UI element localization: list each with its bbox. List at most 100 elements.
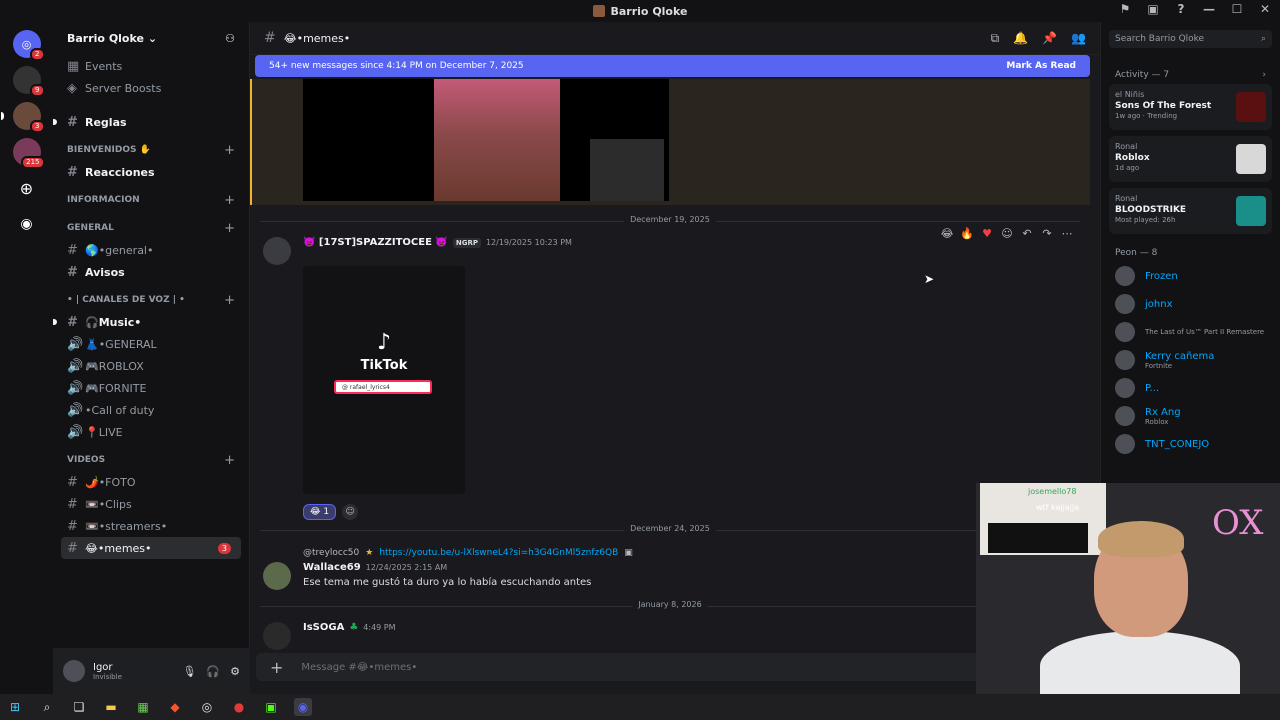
member-item[interactable]: P... [1101, 374, 1280, 402]
category-general[interactable]: General + [53, 217, 249, 239]
obs-icon[interactable]: ▣ [262, 698, 280, 716]
server-tag[interactable]: NGRP [452, 237, 481, 248]
home-button[interactable]: ◎ 2 [12, 30, 45, 61]
voice-roblox[interactable]: 🔊 🎮ROBLOX [53, 355, 249, 377]
new-messages-bar[interactable]: 54+ new messages since 4:14 PM on Decemb… [255, 55, 1090, 77]
member-item[interactable]: TNT_CONEJO [1101, 430, 1280, 458]
headphones-icon[interactable]: 🎧 [206, 665, 220, 678]
server-icon-3[interactable]: 215 [12, 138, 45, 169]
screen-icon[interactable]: ▣ [1144, 2, 1162, 16]
avatar[interactable] [263, 622, 291, 650]
events-item[interactable]: ▦ Events [53, 55, 249, 77]
reaction-pill[interactable]: 😂 1 [303, 504, 337, 520]
voice-fornite[interactable]: 🔊 🎮FORNITE [53, 377, 249, 399]
more-icon[interactable]: ⋯ [1060, 227, 1074, 240]
gear-icon[interactable]: ⚙ [230, 665, 240, 678]
user-panel: Igor Invisible 🎙 🎧 ⚙ [53, 648, 250, 694]
category-bienvenidos[interactable]: BIENVENIDOS ✋ + [53, 139, 249, 161]
member-item[interactable]: johnx [1101, 290, 1280, 318]
avatar[interactable] [263, 237, 291, 265]
reply-link[interactable]: https://youtu.be/u-lXlswneL4?si=h3G4GnMl… [379, 548, 618, 558]
members-icon[interactable]: 👥 [1071, 31, 1086, 46]
member-item[interactable]: The Last of Us™ Part II Remastere [1101, 318, 1280, 346]
boosts-item[interactable]: ◈ Server Boosts [53, 77, 249, 99]
category-videos[interactable]: VIDEOS + [53, 449, 249, 471]
reply-icon[interactable]: ↶ [1020, 227, 1034, 240]
minimize-icon[interactable]: — [1200, 2, 1218, 16]
channel-streamers[interactable]: # 📼•streamers• [53, 515, 249, 537]
add-attachment-icon[interactable]: + [270, 658, 283, 677]
windows-start-icon[interactable]: ⊞ [6, 698, 24, 716]
add-channel-icon[interactable]: + [224, 453, 235, 468]
voice-live[interactable]: 🔊 📍LIVE [53, 421, 249, 443]
add-channel-icon[interactable]: + [224, 193, 235, 208]
channel-general[interactable]: # 🌎•general• [53, 239, 249, 261]
channel-music[interactable]: # 🎧Music• [53, 311, 249, 333]
activity-card[interactable]: Ronal BLOODSTRIKE Most played: 26h [1109, 188, 1272, 234]
mark-as-read-button[interactable]: Mark As Read [1006, 61, 1076, 71]
task-view-icon[interactable]: ❏ [70, 698, 88, 716]
guild-header[interactable]: Barrio Qloke ⌄ ⚇ [53, 22, 249, 55]
threads-icon[interactable]: ⧉ [991, 31, 1000, 46]
brave-icon[interactable]: ◆ [166, 698, 184, 716]
invite-icon[interactable]: ⚇ [225, 32, 235, 45]
activity-card[interactable]: Ronal Roblox 1d ago [1109, 136, 1272, 182]
close-icon[interactable]: ✕ [1256, 2, 1274, 16]
reply-user[interactable]: @treylocc50 [303, 548, 359, 558]
file-explorer-icon[interactable]: ▬ [102, 698, 120, 716]
search-input[interactable]: Search Barrio Qloke ⌕ [1109, 30, 1272, 48]
store-icon[interactable]: ▦ [134, 698, 152, 716]
channel-memes[interactable]: # 😂•memes• 3 [61, 537, 241, 559]
app-icon[interactable]: ◎ [198, 698, 216, 716]
category-voz[interactable]: • | Canales de voz | • + [53, 289, 249, 311]
record-icon[interactable]: ● [230, 698, 248, 716]
pin-icon[interactable]: 📌 [1042, 31, 1057, 46]
channel-avisos[interactable]: # Avisos [53, 261, 249, 283]
reply-reference[interactable]: @treylocc50 ★ https://youtu.be/u-lXlswne… [303, 548, 633, 558]
reaction-fire-icon[interactable]: 🔥 [960, 227, 974, 240]
discover-icon[interactable]: ◉ [13, 210, 41, 238]
reaction-heart-icon[interactable]: ♥ [980, 227, 994, 240]
channel-clips[interactable]: # 📼•Clips [53, 493, 249, 515]
add-channel-icon[interactable]: + [224, 221, 235, 236]
author-name[interactable]: IsSOGA [303, 622, 344, 633]
reaction-laugh-icon[interactable]: 😂 [940, 227, 954, 240]
category-informacion[interactable]: INFORMACION + [53, 189, 249, 211]
forward-icon[interactable]: ↷ [1040, 227, 1054, 240]
bell-icon[interactable]: 🔔 [1013, 31, 1028, 46]
channel-reacciones[interactable]: # Reacciones [53, 161, 249, 183]
activity-card[interactable]: el Niñis Sons Of The Forest 1w ago · Tre… [1109, 84, 1272, 130]
video-embed[interactable] [303, 79, 669, 201]
mic-icon[interactable]: 🎙 [182, 665, 196, 678]
window-title: Barrio Qloke [610, 4, 688, 18]
timestamp: 12/24/2025 2:15 AM [365, 563, 448, 572]
maximize-icon[interactable]: ☐ [1228, 2, 1246, 16]
avatar[interactable] [263, 562, 291, 590]
member-item[interactable]: Rx Ang Roblox [1101, 402, 1280, 430]
add-channel-icon[interactable]: + [224, 143, 235, 158]
search-icon[interactable]: ⌕ [38, 698, 56, 716]
voice-cod[interactable]: 🔊 •Call of duty [53, 399, 249, 421]
activity-header[interactable]: Activity — 7 › [1115, 70, 1266, 80]
author-name[interactable]: 👿 [17ST]SPAZZITOCEE 👿 [303, 237, 448, 248]
server-icon-1[interactable]: 9 [12, 66, 45, 97]
server-icon-2[interactable]: 3 [0, 102, 45, 133]
channel-reglas[interactable]: # Reglas [53, 111, 249, 133]
avatar[interactable] [63, 660, 85, 682]
add-reaction-icon[interactable]: ☺ [342, 504, 359, 520]
inbox-icon[interactable]: ⚑ [1116, 2, 1134, 16]
author-name[interactable]: Wallace69 [303, 562, 361, 573]
discord-icon[interactable]: ◉ [294, 698, 312, 716]
voice-general[interactable]: 🔊 👗•GENERAL [53, 333, 249, 355]
channel-foto[interactable]: # 🌶️•FOTO [53, 471, 249, 493]
tiktok-embed[interactable]: ♪ TikTok @ rafael_lyrics4 [303, 266, 465, 494]
add-server-icon[interactable]: ⊕ [13, 174, 41, 202]
tiktok-search: @ rafael_lyrics4 [334, 380, 432, 394]
member-item[interactable]: Frozen [1101, 262, 1280, 290]
video-inset [590, 139, 664, 201]
add-channel-icon[interactable]: + [224, 293, 235, 308]
member-item[interactable]: Kerry cañema Fortnite [1101, 346, 1280, 374]
message-input[interactable]: + Message #😂•memes• [256, 653, 1088, 681]
add-reaction-icon[interactable]: ☺ [1000, 227, 1014, 240]
help-icon[interactable]: ? [1172, 2, 1190, 16]
